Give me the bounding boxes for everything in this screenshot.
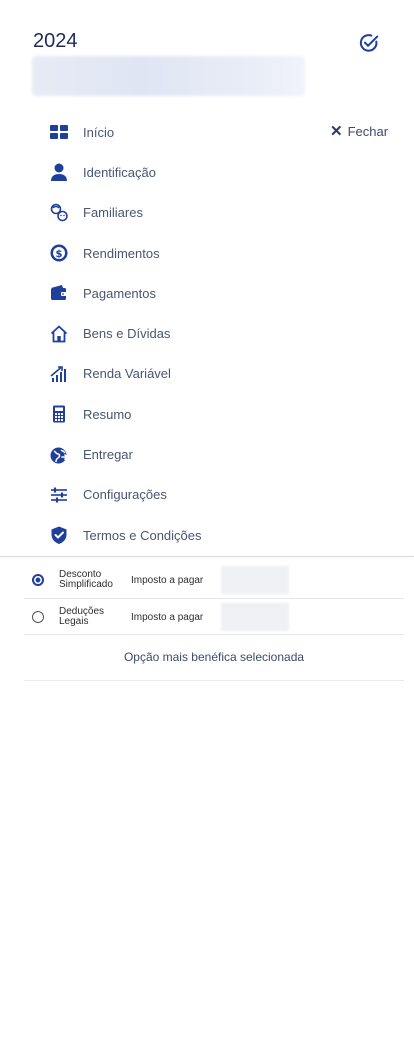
user-info-redacted <box>32 56 305 96</box>
side-menu: Início Identificação Familiares $ Rendim… <box>0 112 414 555</box>
shield-check-icon <box>49 525 69 545</box>
radio-deducoes-legais[interactable] <box>32 611 44 623</box>
family-icon <box>49 203 69 223</box>
menu-item-bens-dividas[interactable]: Bens e Dívidas <box>0 313 414 353</box>
menu-label: Familiares <box>83 205 143 221</box>
best-option-border <box>24 680 404 681</box>
menu-label: Identificação <box>83 164 156 180</box>
menu-label: Resumo <box>83 406 132 422</box>
check-circle-icon[interactable] <box>358 32 380 54</box>
menu-item-familiares[interactable]: Familiares <box>0 193 414 233</box>
calculator-icon <box>49 404 69 424</box>
globe-send-icon <box>49 445 69 465</box>
menu-item-inicio[interactable]: Início <box>0 112 414 152</box>
option-deducoes-legais[interactable]: Deduções Legais Imposto a pagar <box>24 601 404 633</box>
menu-item-termos[interactable]: Termos e Condições <box>0 515 414 555</box>
menu-item-entregar[interactable]: Entregar <box>0 434 414 474</box>
menu-item-resumo[interactable]: Resumo <box>0 394 414 434</box>
menu-item-pagamentos[interactable]: Pagamentos <box>0 273 414 313</box>
menu-item-rendimentos[interactable]: $ Rendimentos <box>0 233 414 273</box>
divider <box>0 556 414 557</box>
menu-label: Entregar <box>83 447 133 463</box>
dollar-coin-icon: $ <box>49 243 69 263</box>
wallet-icon <box>49 283 69 303</box>
menu-item-configuracoes[interactable]: Configurações <box>0 475 414 515</box>
person-icon <box>49 162 69 182</box>
tax-value-redacted <box>221 603 289 631</box>
year-title: 2024 <box>33 30 78 52</box>
tax-label: Imposto a pagar <box>131 611 204 623</box>
svg-text:$: $ <box>56 249 63 260</box>
menu-label: Termos e Condições <box>83 527 202 543</box>
tax-value-redacted <box>221 566 289 594</box>
house-icon <box>49 324 69 344</box>
best-option-message: Opção mais benéfica selecionada <box>123 650 305 664</box>
sliders-icon <box>49 485 69 505</box>
option-name-line2: Simplificado <box>59 579 113 590</box>
menu-item-renda-variavel[interactable]: Renda Variável <box>0 354 414 394</box>
menu-label: Rendimentos <box>83 245 160 261</box>
option-separator <box>24 598 404 599</box>
menu-label: Configurações <box>83 487 167 503</box>
menu-label: Bens e Dívidas <box>83 326 171 342</box>
menu-label: Início <box>83 124 115 140</box>
tax-label: Imposto a pagar <box>131 574 204 586</box>
radio-desconto-simplificado[interactable] <box>32 574 44 586</box>
menu-item-identificacao[interactable]: Identificação <box>0 152 414 192</box>
growth-chart-icon <box>49 364 69 384</box>
grid-icon <box>49 122 69 142</box>
menu-label: Pagamentos <box>83 285 156 301</box>
option-name-line2: Legais <box>59 616 89 627</box>
option-desconto-simplificado[interactable]: Desconto Simplificado Imposto a pagar <box>24 564 404 596</box>
option-name: Desconto Simplificado <box>59 570 131 590</box>
option-name: Deduções Legais <box>59 607 131 627</box>
menu-label: Renda Variável <box>83 366 171 382</box>
